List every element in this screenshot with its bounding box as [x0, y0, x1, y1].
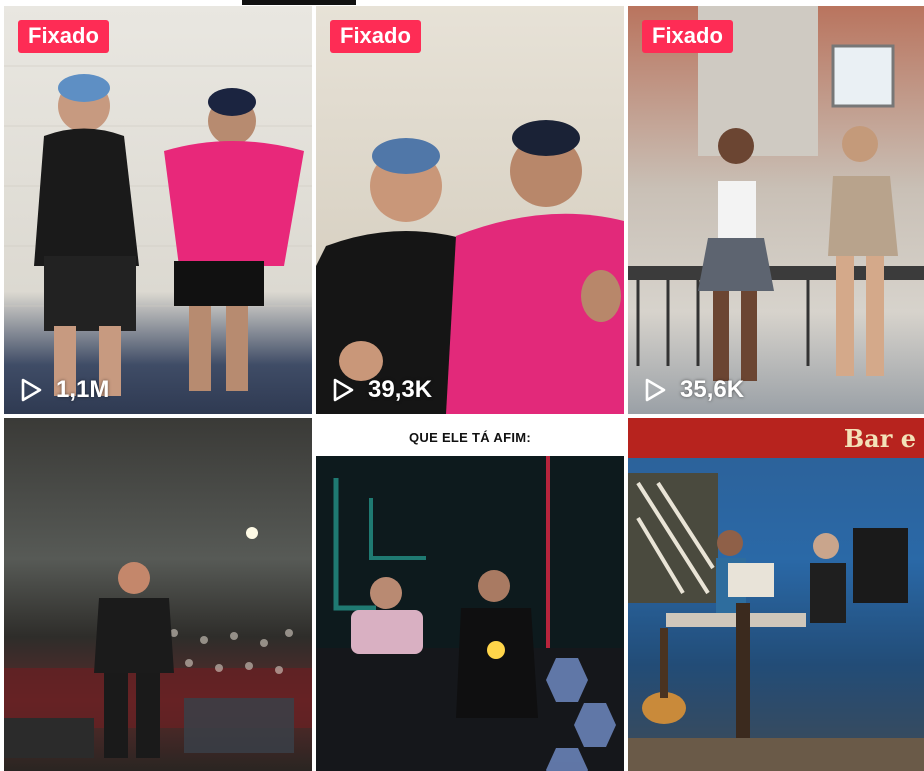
- video-thumbnail-5[interactable]: QUE ELE TÁ AFIM:: [316, 418, 624, 771]
- video-thumbnail-6[interactable]: Bar e: [628, 418, 924, 771]
- thumbnail-scene-3: [628, 6, 924, 381]
- video-thumbnail-2[interactable]: Fixado 39,3K: [316, 6, 624, 414]
- thumbnail-scene-2: [316, 120, 624, 414]
- view-count-text: 39,3K: [368, 376, 433, 403]
- pinned-badge: Fixado: [642, 20, 733, 53]
- video-thumbnail-4[interactable]: [4, 418, 312, 771]
- thumbnail-scene-1: [4, 65, 312, 396]
- play-outline-icon: [21, 378, 42, 402]
- thumbnail-scene-6: [628, 458, 924, 771]
- view-count: 1,1M: [18, 376, 109, 404]
- play-outline-icon: [645, 378, 666, 402]
- view-count-text: 35,6K: [680, 376, 745, 403]
- video-thumbnail-1[interactable]: Fixado 1,1M: [4, 6, 312, 414]
- video-thumbnail-3[interactable]: Fixado 35,6K: [628, 6, 924, 414]
- top-indicator: [242, 0, 356, 5]
- play-outline-icon: [333, 378, 354, 402]
- view-count: 39,3K: [330, 376, 432, 404]
- thumbnail-scene-5: [316, 456, 624, 771]
- thumbnail-scene-4: [4, 527, 312, 758]
- pinned-badge: Fixado: [18, 20, 109, 53]
- view-count: 35,6K: [642, 376, 744, 404]
- video-grid: Fixado 1,1M Fixado 39,3K Fixado 35,6K QU…: [4, 6, 924, 771]
- view-count-text: 1,1M: [56, 376, 110, 403]
- pinned-badge: Fixado: [330, 20, 421, 53]
